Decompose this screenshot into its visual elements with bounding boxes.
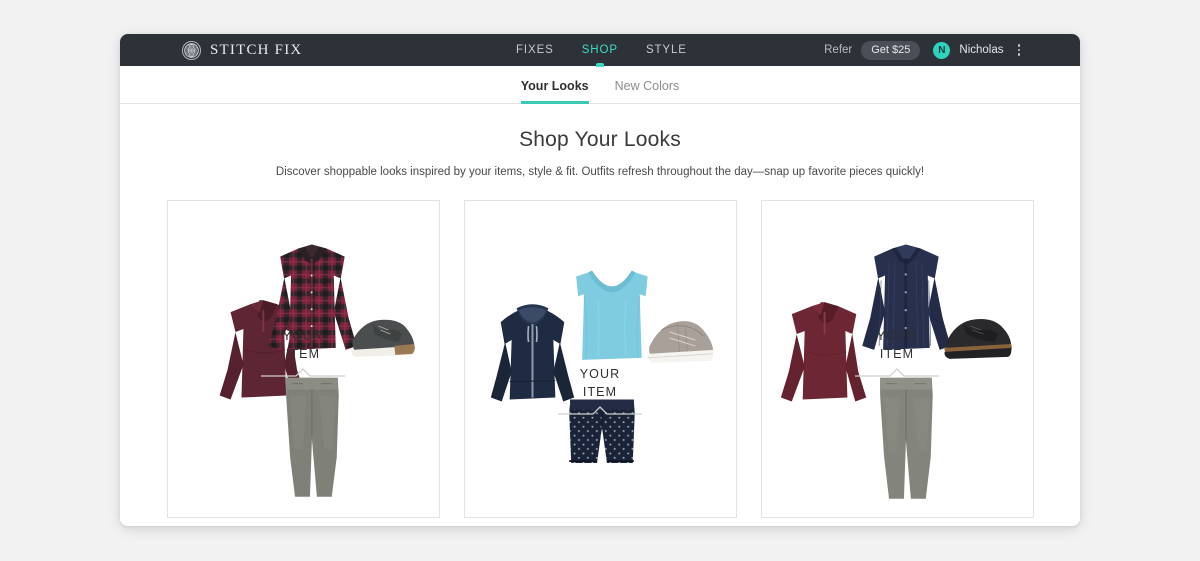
- item-tank-top: [575, 270, 648, 360]
- top-navigation-bar: STITCH FIX FIXES SHOP STYLE Refer Get $2…: [120, 34, 1080, 66]
- item-quarter-zip-sweater: [780, 302, 866, 402]
- primary-menu: FIXES SHOP STYLE: [516, 34, 687, 66]
- your-item-line-2: ITEM: [879, 347, 915, 361]
- username-label[interactable]: Nicholas: [959, 44, 1003, 56]
- your-item-line-2: ITEM: [582, 385, 618, 399]
- tab-new-colors[interactable]: New Colors: [615, 66, 680, 104]
- item-chino-pants: [285, 377, 339, 497]
- page-subtitle: Discover shoppable looks inspired by you…: [275, 166, 925, 178]
- look-card-2[interactable]: YOUR ITEM: [463, 200, 737, 518]
- your-item-bracket-icon: [261, 368, 345, 377]
- refer-label: Refer: [824, 44, 853, 56]
- browser-window: STITCH FIX FIXES SHOP STYLE Refer Get $2…: [120, 34, 1080, 526]
- tab-your-looks[interactable]: Your Looks: [520, 66, 589, 104]
- look-card-3[interactable]: YOUR ITEM: [760, 200, 1034, 518]
- get-credit-button[interactable]: Get $25: [861, 40, 921, 60]
- your-item-label: YOUR ITEM: [283, 327, 324, 363]
- item-zip-hoodie: [490, 304, 574, 402]
- avatar[interactable]: N: [933, 41, 951, 59]
- more-vertical-icon[interactable]: [1016, 42, 1023, 58]
- looks-grid: YOUR ITEM YOUR ITEM YOUR ITEM: [120, 200, 1080, 518]
- nav-item-fixes[interactable]: FIXES: [516, 34, 554, 66]
- nav-item-shop[interactable]: SHOP: [582, 34, 618, 66]
- your-item-line-1: YOUR: [579, 367, 621, 381]
- page-content: Shop Your Looks Discover shoppable looks…: [120, 104, 1080, 526]
- item-slim-pants: [879, 377, 933, 499]
- page-title: Shop Your Looks: [519, 128, 681, 151]
- item-canvas-sneaker: [646, 321, 714, 363]
- your-item-line-1: YOUR: [282, 329, 324, 343]
- your-item-line-2: ITEM: [285, 347, 321, 361]
- your-item-label: YOUR ITEM: [877, 327, 918, 363]
- nav-item-style[interactable]: STYLE: [646, 34, 687, 66]
- your-item-bracket-icon: [558, 406, 642, 415]
- sub-tab-bar: Your Looks New Colors: [120, 66, 1080, 104]
- look-card-1[interactable]: YOUR ITEM: [166, 200, 440, 518]
- your-item-bracket-icon: [855, 368, 939, 377]
- your-item-line-1: YOUR: [876, 329, 918, 343]
- stitch-fix-emblem-icon: [182, 40, 201, 60]
- brand-name: STITCH FIX: [210, 41, 303, 58]
- look-2-illustration: [490, 270, 714, 464]
- item-oxford-shoe: [943, 318, 1012, 359]
- brand-logo[interactable]: STITCH FIX: [182, 34, 302, 66]
- item-derby-shoe: [350, 319, 415, 357]
- user-menu-area: Refer Get $25 N Nicholas: [824, 34, 1022, 66]
- your-item-label: YOUR ITEM: [580, 365, 621, 401]
